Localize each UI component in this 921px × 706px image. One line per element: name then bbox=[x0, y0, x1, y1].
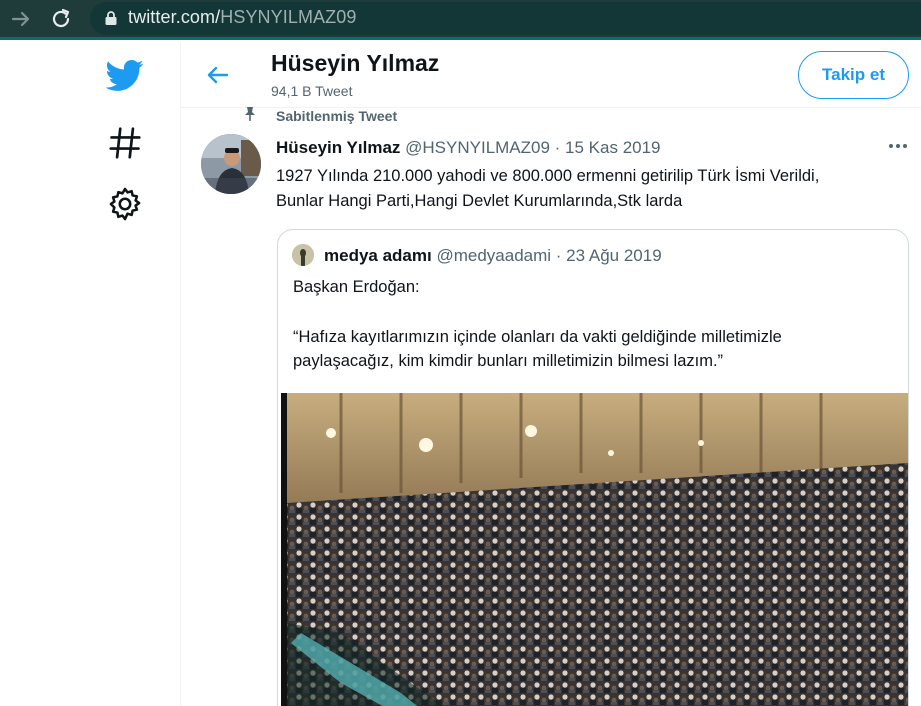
quoted-text-line: “Hafıza kayıtlarımızın içinde olanları d… bbox=[293, 328, 782, 346]
browser-toolbar: twitter.com/HSYNYILMAZ09 bbox=[0, 0, 921, 40]
hashtag-icon[interactable] bbox=[106, 124, 144, 162]
quoted-text-line: paylaşacağız, kim kimdir bunları milleti… bbox=[293, 352, 724, 370]
gear-icon[interactable] bbox=[106, 185, 144, 223]
quoted-avatar-image bbox=[292, 244, 314, 266]
pinned-label: Sabitlenmiş Tweet bbox=[276, 108, 398, 124]
address-url[interactable]: twitter.com/HSYNYILMAZ09 bbox=[128, 7, 356, 28]
crowd-video-frame bbox=[281, 393, 908, 706]
avatar[interactable] bbox=[201, 134, 261, 194]
quoted-text-line: Başkan Erdoğan: bbox=[293, 278, 420, 296]
tweet-text: 1927 Yılında 210.000 yahodi ve 800.000 e… bbox=[276, 164, 906, 214]
quoted-author-name: medya adamı bbox=[324, 246, 432, 265]
profile-name: Hüseyin Yılmaz bbox=[271, 50, 440, 76]
lock-icon bbox=[105, 11, 117, 25]
pin-icon bbox=[245, 107, 255, 121]
quoted-author-meta: @medyaadami · 23 Ağu 2019 bbox=[436, 246, 662, 265]
reload-icon[interactable] bbox=[48, 6, 74, 32]
sidebar-divider bbox=[180, 43, 181, 706]
tweet-header: Hüseyin Yılmaz @HSYNYILMAZ09 · 15 Kas 20… bbox=[276, 138, 661, 158]
quoted-header: medya adamı @medyaadami · 23 Ağu 2019 bbox=[324, 246, 662, 266]
tweet-text-line: 1927 Yılında 210.000 yahodi ve 800.000 e… bbox=[276, 167, 820, 185]
forward-arrow-icon[interactable] bbox=[8, 6, 34, 32]
tweet-count: 94,1 B Tweet bbox=[271, 83, 353, 99]
back-arrow-icon[interactable] bbox=[203, 60, 233, 90]
twitter-bird-icon[interactable] bbox=[106, 56, 144, 94]
quoted-avatar bbox=[292, 244, 314, 266]
quoted-tweet[interactable]: medya adamı @medyaadami · 23 Ağu 2019 Ba… bbox=[277, 229, 909, 706]
follow-button[interactable]: Takip et bbox=[798, 51, 909, 99]
tweet-text-line: Bunlar Hangi Parti,Hangi Devlet Kurumlar… bbox=[276, 192, 683, 210]
more-options-icon[interactable] bbox=[885, 136, 911, 156]
author-meta[interactable]: @HSYNYILMAZ09 · 15 Kas 2019 bbox=[405, 138, 660, 157]
quoted-video[interactable] bbox=[281, 393, 908, 706]
author-name[interactable]: Hüseyin Yılmaz bbox=[276, 138, 400, 157]
avatar-photo bbox=[201, 134, 261, 194]
